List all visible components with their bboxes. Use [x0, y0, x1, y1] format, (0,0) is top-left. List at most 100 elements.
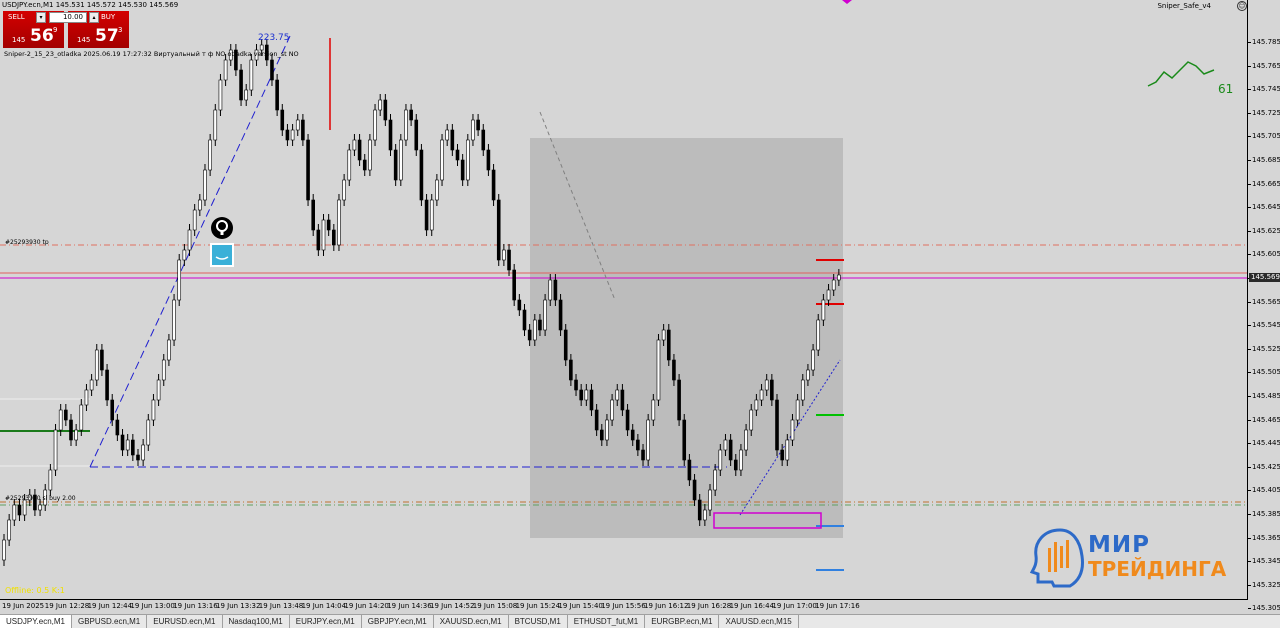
lot-size-input[interactable]: 10.00 [49, 12, 87, 23]
candle-body [192, 209, 197, 231]
candle-body [177, 259, 182, 301]
stop-loss-label: #25293930 sl buy 2.00 [5, 495, 76, 502]
candle-body [435, 179, 439, 201]
candle-body [569, 359, 573, 381]
candle-body [74, 429, 78, 441]
candle-body [543, 299, 547, 331]
price-tick: 145.425 [1248, 462, 1280, 471]
time-tick: 19 Jun 16:44 [729, 602, 775, 610]
time-tick: 19 Jun 17:16 [815, 602, 860, 610]
time-tick: 19 Jun 15:56 [601, 602, 646, 610]
candle-body [476, 119, 480, 131]
candle-body [125, 439, 130, 451]
candle-body [625, 409, 630, 431]
candle-body [332, 229, 336, 246]
time-tick: 19 Jun 14:20 [344, 602, 389, 610]
candle-body [811, 349, 815, 371]
candle-body [393, 149, 398, 181]
chart-tab[interactable]: EURGBP.ecn,M1 [645, 615, 720, 628]
candle-body [295, 119, 300, 131]
chart-tab[interactable]: XAUUSD.ecn,M1 [434, 615, 509, 628]
price-tick: 145.725 [1248, 108, 1280, 117]
candle-body [198, 199, 202, 211]
sell-price-big: 56 [30, 26, 54, 46]
candle-body [502, 249, 506, 261]
candle-body [58, 409, 63, 431]
chart-tab[interactable]: GBPUSD.ecn,M1 [72, 615, 148, 628]
candle-body [409, 109, 413, 121]
chart-tab[interactable]: EURUSD.ecn,M1 [147, 615, 223, 628]
analysis-zone-box [530, 138, 843, 538]
candle-body [749, 409, 754, 431]
watermark-line-2: ТРЕЙДИНГА [1088, 557, 1227, 581]
chart-tab[interactable]: EURJPY.ecn,M1 [290, 615, 362, 628]
candle-body [167, 339, 171, 361]
signal-arrow-icon[interactable] [210, 243, 234, 267]
candle-body [610, 399, 614, 421]
candle-body [739, 449, 743, 471]
expert-smile-icon[interactable]: ☺ [1237, 1, 1247, 11]
chart-tab[interactable]: XAUUSD.ecn,M15 [719, 615, 799, 628]
candle-body [481, 129, 486, 151]
price-tick: 145.465 [1248, 415, 1280, 424]
candle-body [579, 389, 583, 401]
price-tick: 145.445 [1248, 439, 1280, 448]
candle-body [718, 449, 723, 471]
time-tick: 19 Jun 17:00 [772, 602, 817, 610]
time-tick: 19 Jun 13:00 [130, 602, 175, 610]
candle-body [22, 499, 27, 516]
candle-body [770, 379, 774, 401]
price-tick: 145.785 [1248, 38, 1280, 46]
chart-tab[interactable]: BTCUSD,M1 [509, 615, 568, 628]
chart-tab[interactable]: ETHUSDT_fut,M1 [568, 615, 646, 628]
candle-body [837, 274, 841, 281]
candle-body [120, 434, 125, 451]
candle-body [754, 399, 759, 411]
lot-decrease-button[interactable]: ▾ [36, 12, 46, 23]
candle-body [48, 469, 53, 491]
chart-area[interactable]: USDJPY.ecn,M1 145.531 145.572 145.530 14… [0, 0, 1248, 600]
time-axis[interactable]: 19 Jun 2025 19 Jun 12:28 19 Jun 12:44 19 Ju… [0, 600, 1248, 614]
candle-body [615, 389, 620, 401]
candle-body [17, 504, 22, 516]
time-tick: 19 Jun 15:08 [472, 602, 518, 610]
candle-body [527, 329, 532, 341]
candle-body [728, 439, 733, 461]
candle-body [589, 389, 594, 411]
price-tick: 145.405 [1248, 486, 1280, 495]
candle-body [708, 489, 712, 511]
candle-body [816, 319, 821, 351]
candle-body [94, 349, 99, 381]
candle-body [522, 309, 527, 331]
lightbulb-icon[interactable] [210, 216, 234, 240]
candle-body [703, 509, 707, 521]
price-tick: 145.665 [1248, 179, 1280, 188]
candle-body [486, 149, 491, 171]
candle-body [471, 119, 475, 141]
chart-tab[interactable]: Nasdaq100,M1 [223, 615, 290, 628]
candle-body [636, 439, 640, 451]
lot-increase-button[interactable]: ▴ [89, 12, 99, 23]
candle-body [100, 349, 104, 371]
chart-tab[interactable]: USDJPY.ecn,M1 [0, 615, 72, 628]
candle-body [399, 139, 403, 181]
candle-body [342, 179, 346, 201]
price-tick: 145.485 [1248, 392, 1280, 400]
price-chart[interactable] [0, 0, 1248, 600]
candle-body [656, 339, 661, 401]
indicator-info-line: Sniper-2_15_23_otladka 2025.06.19 17:27:… [4, 50, 299, 58]
candle-body [517, 299, 522, 311]
candle-body [641, 449, 645, 461]
candle-body [136, 454, 140, 461]
chart-tab[interactable]: GBPJPY.ecn,M1 [362, 615, 434, 628]
candle-body [512, 269, 516, 301]
buy-price-sup: 3 [118, 26, 123, 34]
candle-body [105, 369, 109, 401]
candle-body [239, 69, 243, 101]
candle-body [146, 419, 151, 446]
candle-body [574, 379, 578, 391]
price-axis[interactable]: 145.785 145.765 145.745 145.725 145.705 145.6… [1248, 0, 1280, 612]
time-tick: 19 Jun 13:16 [173, 602, 218, 610]
candle-body [620, 389, 625, 411]
candle-body [357, 139, 362, 161]
